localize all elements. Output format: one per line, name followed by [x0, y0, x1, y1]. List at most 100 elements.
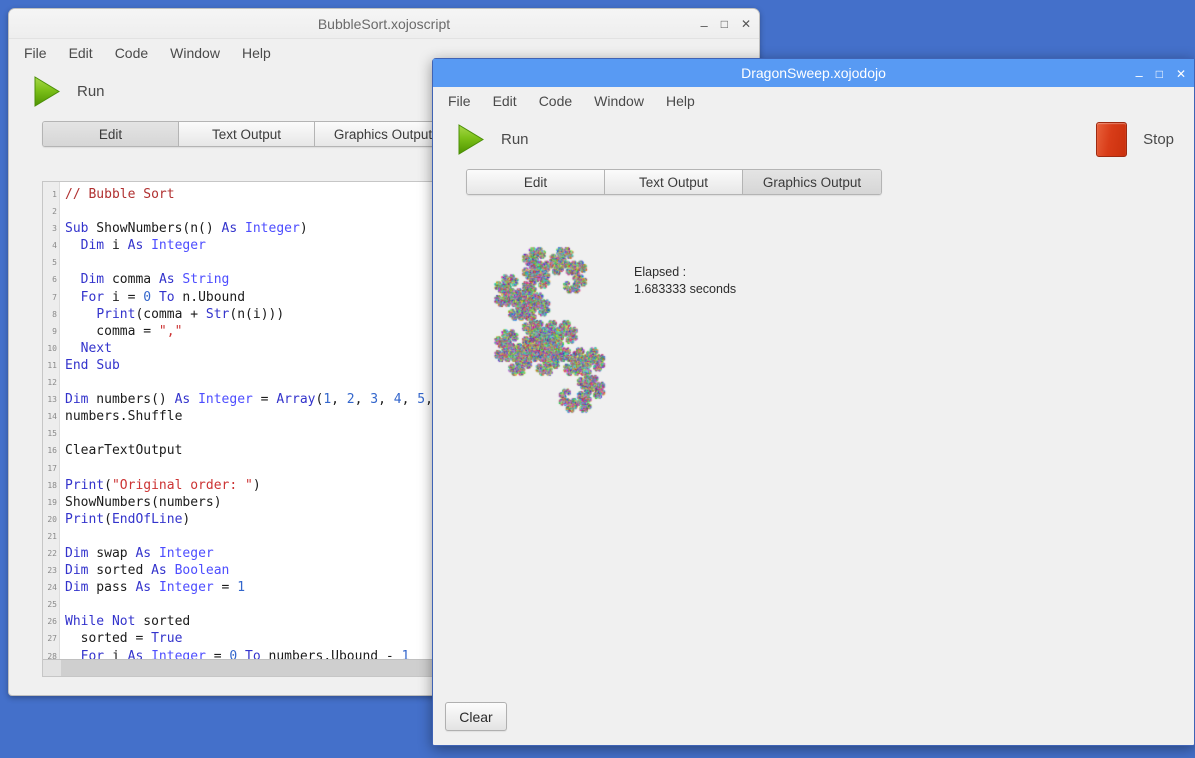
toolbar-dragonsweep: Run Stop [433, 115, 1194, 163]
line-number: 18 [43, 477, 59, 494]
line-number: 5 [43, 254, 59, 271]
line-number: 8 [43, 306, 59, 323]
menubar-dragonsweep: File Edit Code Window Help [433, 87, 1194, 115]
code-line [65, 596, 445, 613]
window-title: BubbleSort.xojoscript [318, 16, 450, 32]
line-number: 15 [43, 425, 59, 442]
code-line: // Bubble Sort [65, 186, 445, 203]
line-number: 14 [43, 408, 59, 425]
line-number: 24 [43, 579, 59, 596]
code-line: ClearTextOutput [65, 442, 445, 459]
run-button[interactable]: Run [33, 76, 105, 107]
stop-label: Stop [1143, 131, 1174, 148]
code-line: Dim i As Integer [65, 237, 445, 254]
line-number: 13 [43, 391, 59, 408]
menu-code[interactable]: Code [114, 43, 149, 63]
close-icon[interactable] [741, 17, 751, 30]
code-text[interactable]: // Bubble Sort Sub ShowNumbers(n() As In… [60, 182, 445, 660]
line-number: 25 [43, 596, 59, 613]
code-line: Print("Original order: ") [65, 477, 445, 494]
graphics-canvas[interactable]: Elapsed : 1.683333 seconds [434, 239, 1194, 719]
code-area: 1234567891011121314151617181920212223242… [43, 182, 445, 660]
tab-graphics-output[interactable]: Graphics Output [315, 122, 451, 146]
play-triangle-icon [457, 124, 485, 155]
menu-window[interactable]: Window [169, 43, 221, 63]
menu-help[interactable]: Help [241, 43, 272, 63]
clear-button[interactable]: Clear [445, 702, 507, 731]
code-line: While Not sorted [65, 613, 445, 630]
code-line: Dim sorted As Boolean [65, 562, 445, 579]
code-line [65, 528, 445, 545]
code-line: End Sub [65, 357, 445, 374]
horizontal-scrollbar[interactable] [43, 659, 445, 676]
code-line: For i = 0 To n.Ubound [65, 289, 445, 306]
window-title: DragonSweep.xojodojo [741, 65, 886, 81]
menu-help[interactable]: Help [665, 91, 696, 111]
line-number: 22 [43, 545, 59, 562]
run-label: Run [77, 83, 105, 100]
tab-text-output[interactable]: Text Output [179, 122, 315, 146]
stop-button[interactable]: Stop [1096, 122, 1174, 157]
close-icon[interactable] [1176, 67, 1186, 80]
tab-graphics-output[interactable]: Graphics Output [743, 170, 881, 194]
code-line: Sub ShowNumbers(n() As Integer) [65, 220, 445, 237]
menu-edit[interactable]: Edit [68, 43, 94, 63]
code-line: Dim comma As String [65, 271, 445, 288]
line-number: 11 [43, 357, 59, 374]
run-button[interactable]: Run [457, 124, 529, 155]
maximize-icon[interactable] [1156, 67, 1163, 80]
code-line: Print(EndOfLine) [65, 511, 445, 528]
tabbar-dragonsweep: Edit Text Output Graphics Output [466, 169, 882, 195]
line-number: 7 [43, 289, 59, 306]
dragon-curve-fractal [434, 239, 664, 419]
menu-file[interactable]: File [447, 91, 472, 111]
minimize-icon[interactable] [1135, 67, 1142, 80]
tab-edit[interactable]: Edit [467, 170, 605, 194]
line-number: 10 [43, 340, 59, 357]
window-dragonsweep[interactable]: DragonSweep.xojodojo File Edit Code Wind… [432, 58, 1195, 746]
line-number: 4 [43, 237, 59, 254]
menu-code[interactable]: Code [538, 91, 573, 111]
line-number: 19 [43, 494, 59, 511]
code-line [65, 374, 445, 391]
tab-text-output[interactable]: Text Output [605, 170, 743, 194]
line-number: 16 [43, 442, 59, 459]
tabbar-bubblesort: Edit Text Output Graphics Output [42, 121, 452, 147]
desktop: BubbleSort.xojoscript File Edit Code Win… [0, 0, 1195, 758]
menu-edit[interactable]: Edit [492, 91, 518, 111]
play-triangle-icon [33, 76, 61, 107]
code-line: Dim pass As Integer = 1 [65, 579, 445, 596]
menu-window[interactable]: Window [593, 91, 645, 111]
window-controls [1135, 59, 1186, 87]
code-line: Print(comma + Str(n(i))) [65, 306, 445, 323]
line-number: 9 [43, 323, 59, 340]
line-number: 21 [43, 528, 59, 545]
titlebar-dragonsweep[interactable]: DragonSweep.xojodojo [433, 59, 1194, 87]
code-line: Dim numbers() As Integer = Array(1, 2, 3… [65, 391, 445, 408]
code-editor[interactable]: 1234567891011121314151617181920212223242… [42, 181, 446, 677]
scrollbar-corner [43, 660, 61, 676]
line-number: 27 [43, 630, 59, 647]
run-label: Run [501, 131, 529, 148]
code-line: Next [65, 340, 445, 357]
minimize-icon[interactable] [700, 17, 707, 30]
line-number: 26 [43, 613, 59, 630]
code-line [65, 460, 445, 477]
code-line [65, 425, 445, 442]
window-controls [700, 9, 751, 38]
line-number: 3 [43, 220, 59, 237]
line-number: 12 [43, 374, 59, 391]
code-line: Dim swap As Integer [65, 545, 445, 562]
menu-file[interactable]: File [23, 43, 48, 63]
tab-edit[interactable]: Edit [43, 122, 179, 146]
code-line: ShowNumbers(numbers) [65, 494, 445, 511]
line-number-gutter: 1234567891011121314151617181920212223242… [43, 182, 60, 660]
code-line: numbers.Shuffle [65, 408, 445, 425]
line-number: 1 [43, 186, 59, 203]
titlebar-bubblesort[interactable]: BubbleSort.xojoscript [9, 9, 759, 39]
line-number: 17 [43, 460, 59, 477]
line-number: 2 [43, 203, 59, 220]
code-line: sorted = True [65, 630, 445, 647]
maximize-icon[interactable] [721, 17, 728, 30]
line-number: 23 [43, 562, 59, 579]
